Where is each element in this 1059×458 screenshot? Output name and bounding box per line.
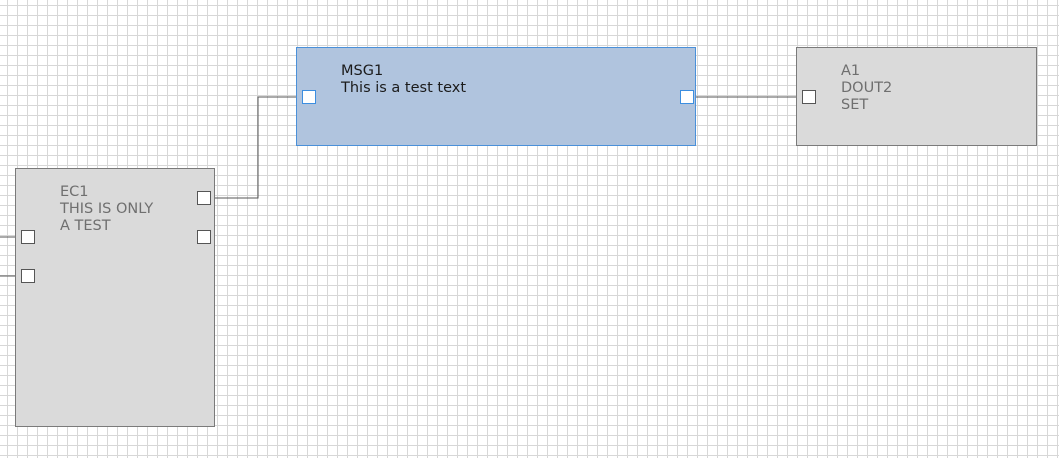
a1-text: A1 DOUT2 SET (841, 63, 892, 114)
ec1-input-port-2[interactable] (21, 269, 35, 283)
msg1-name: MSG1 (341, 63, 384, 79)
ec1-name: EC1 (60, 184, 89, 200)
msg1-output-port[interactable] (680, 90, 694, 104)
msg1-text: MSG1 This is a test text (341, 63, 466, 97)
msg1-block[interactable]: MSG1 This is a test text (296, 47, 696, 146)
msg1-line1: This is a test text (341, 80, 466, 96)
msg1-input-port[interactable] (302, 90, 316, 104)
ec1-line2: A TEST (60, 218, 111, 234)
a1-input-port[interactable] (802, 90, 816, 104)
a1-line2: SET (841, 97, 869, 113)
a1-name: A1 (841, 63, 861, 79)
ec1-text: EC1 THIS IS ONLY A TEST (60, 184, 153, 235)
wire-ec1-to-msg1[interactable] (211, 96, 302, 199)
ec1-input-port-1[interactable] (21, 230, 35, 244)
ec1-line1: THIS IS ONLY (60, 201, 154, 217)
a1-block[interactable]: A1 DOUT2 SET (796, 47, 1037, 146)
ec1-output-port-2[interactable] (197, 230, 211, 244)
diagram-canvas[interactable]: MSG1 This is a test text A1 DOUT2 SET EC… (0, 0, 1059, 458)
a1-line1: DOUT2 (841, 80, 893, 96)
ec1-output-port-1[interactable] (197, 191, 211, 205)
ec1-block[interactable]: EC1 THIS IS ONLY A TEST (15, 168, 215, 427)
